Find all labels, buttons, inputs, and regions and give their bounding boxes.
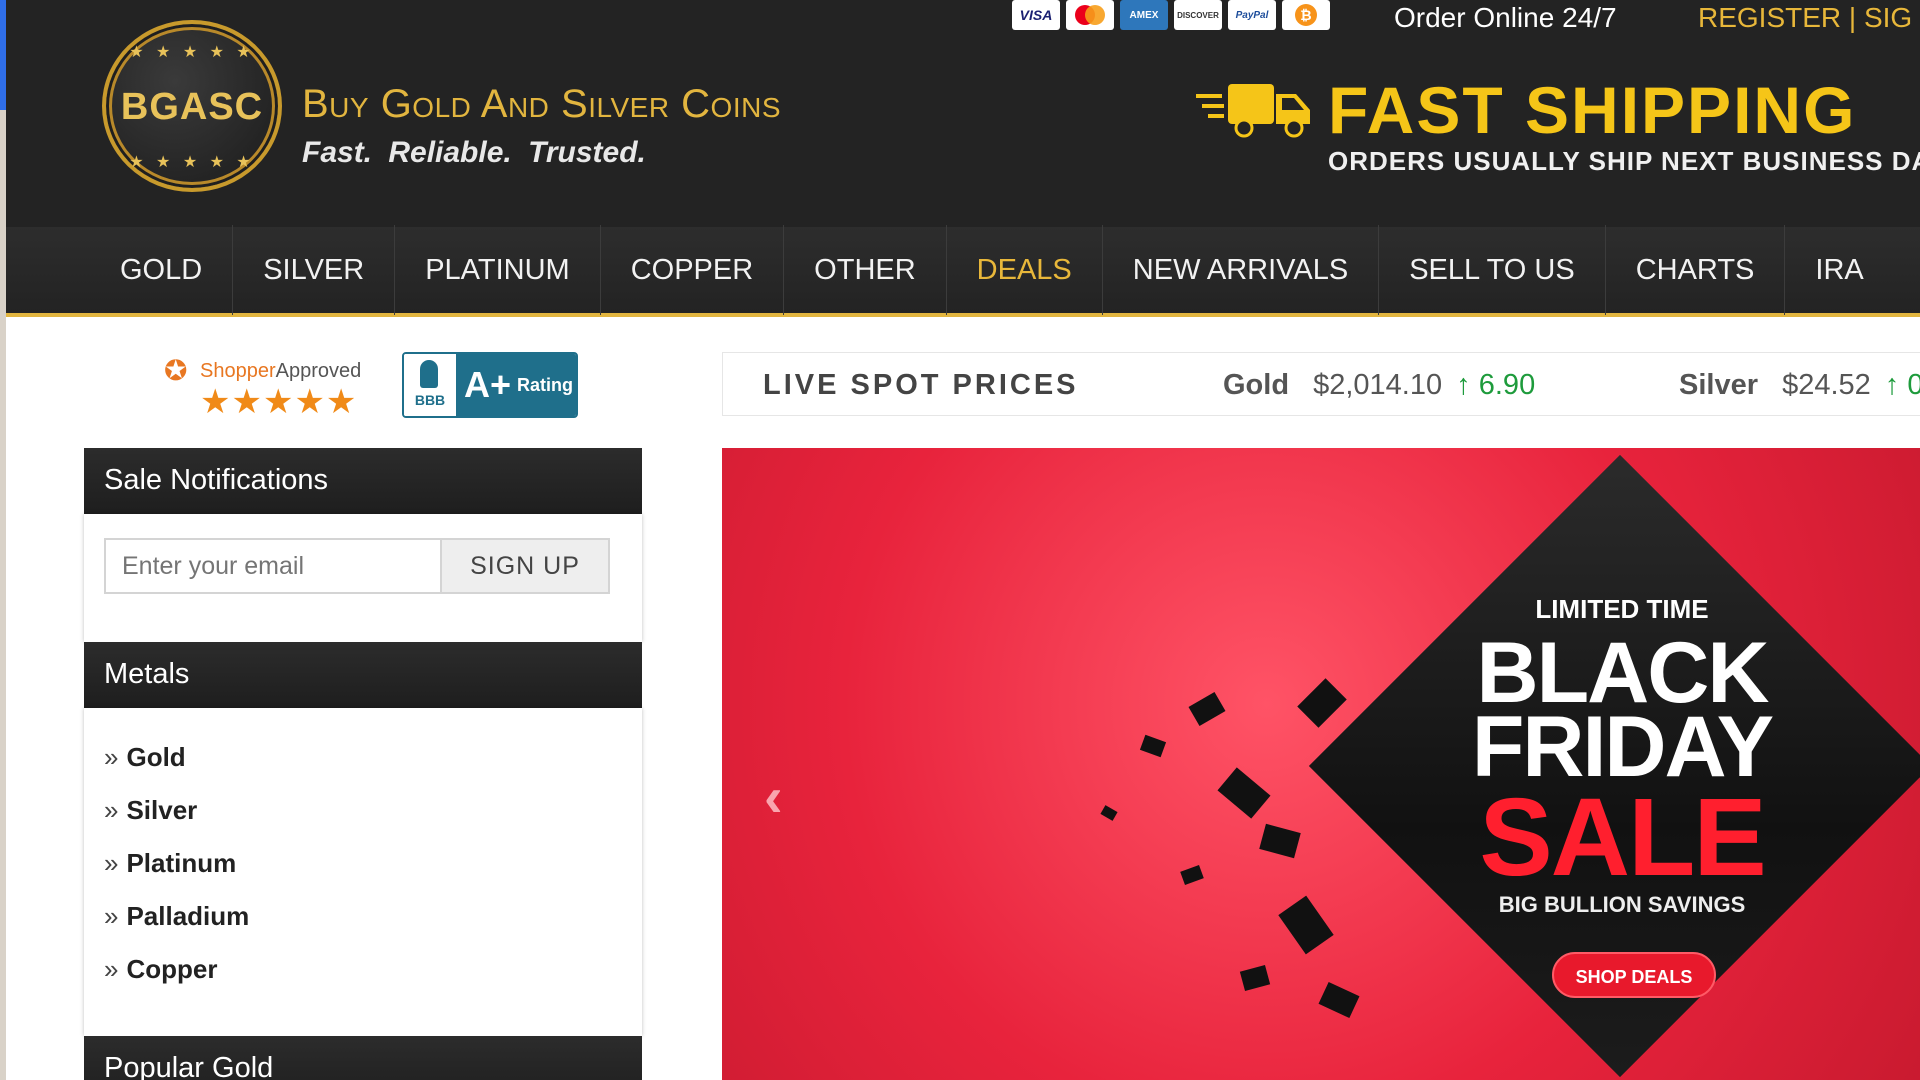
live-spot-prices-bar: LIVE SPOT PRICES Gold $2,014.10 ↑ 6.90 S… bbox=[722, 352, 1920, 416]
metals-header: Metals bbox=[84, 642, 642, 708]
hero-sale: SALE bbox=[1479, 776, 1766, 899]
hero-limited-time: LIMITED TIME bbox=[1535, 594, 1709, 624]
nav-new-arrivals[interactable]: NEW ARRIVALS bbox=[1103, 225, 1380, 315]
payment-methods: VISA AMEX DISCOVER PayPal ₿ bbox=[1012, 0, 1330, 32]
spot-metal-change: 0 bbox=[1907, 369, 1920, 401]
site-header: ★ ★ ★ ★ ★ BGASC ★ ★ ★ ★ ★ Buy Gold And S… bbox=[6, 0, 1920, 227]
nav-copper[interactable]: COPPER bbox=[601, 225, 785, 315]
bbb-rating: A+ Rating bbox=[456, 354, 576, 416]
metals-panel: » Gold » Silver » Platinum » Palladium » Copp… bbox=[84, 708, 642, 1036]
nav-sell-to-us[interactable]: SELL TO US bbox=[1379, 225, 1606, 315]
carousel-prev-icon[interactable]: ‹ bbox=[764, 764, 783, 829]
shopper-approved-stars: ★★★★★ bbox=[200, 383, 358, 421]
logo-abbr: BGASC bbox=[120, 86, 264, 128]
page: ★ ★ ★ ★ ★ BGASC ★ ★ ★ ★ ★ Buy Gold And S… bbox=[6, 0, 1920, 1080]
truck-icon bbox=[1196, 84, 1310, 138]
spot-metal-price: $24.52 bbox=[1782, 369, 1871, 401]
spot-metal-change: 6.90 bbox=[1478, 369, 1536, 401]
metals-link-platinum[interactable]: » Platinum bbox=[104, 848, 236, 879]
spot-metal-price: $2,014.10 bbox=[1313, 369, 1443, 401]
metals-link-copper[interactable]: » Copper bbox=[104, 954, 217, 985]
shard-decoration bbox=[1139, 734, 1167, 758]
up-arrow-icon: ↑ bbox=[1884, 369, 1900, 401]
fast-shipping-title: FAST SHIPPING bbox=[1328, 73, 1857, 147]
bbb-grade: A+ bbox=[464, 364, 512, 405]
order-online-text: Order Online 24/7 bbox=[1394, 2, 1617, 33]
shard-decoration bbox=[1188, 691, 1226, 727]
logo-stars-top: ★ ★ ★ ★ ★ bbox=[129, 44, 255, 61]
main-nav: GOLD SILVER PLATINUM COPPER OTHER DEALS … bbox=[6, 225, 1920, 317]
nav-deals[interactable]: DEALS bbox=[947, 225, 1103, 315]
bbb-rating-word: Rating bbox=[517, 374, 574, 395]
sale-notifications-header: Sale Notifications bbox=[84, 448, 642, 514]
amex-icon: AMEX bbox=[1120, 0, 1168, 30]
metals-link-gold[interactable]: » Gold bbox=[104, 742, 186, 773]
visa-icon: VISA bbox=[1012, 0, 1060, 30]
shard-decoration bbox=[1217, 767, 1271, 819]
nav-silver[interactable]: SILVER bbox=[233, 225, 396, 315]
metals-link-palladium[interactable]: » Palladium bbox=[104, 901, 249, 932]
shopper-approved-icon: ✪ bbox=[164, 355, 188, 386]
spot-metal-name: Silver bbox=[1679, 369, 1758, 401]
sale-diamond[interactable]: LIMITED TIME BLACK FRIDAY SALE BIG BULLI… bbox=[1308, 454, 1920, 1080]
shopper-approved-badge[interactable]: ✪ ShopperApproved ★★★★★ bbox=[160, 354, 374, 421]
paypal-icon: PayPal bbox=[1228, 0, 1276, 30]
shopper-approved-text: ShopperApproved bbox=[200, 360, 362, 382]
shard-decoration bbox=[1180, 865, 1204, 885]
hero-banner[interactable]: ‹ LIMITED TIME BLACK FRIDAY SALE BIG BUL… bbox=[722, 448, 1920, 1080]
sign-up-button[interactable]: SIGN UP bbox=[440, 538, 610, 594]
logo-stars-bottom: ★ ★ ★ ★ ★ bbox=[129, 154, 255, 171]
mastercard-icon bbox=[1066, 0, 1114, 30]
spot-price-gold[interactable]: Gold $2,014.10 ↑ 6.90 bbox=[1223, 369, 1535, 402]
bgasc-logo[interactable]: ★ ★ ★ ★ ★ BGASC ★ ★ ★ ★ ★ bbox=[102, 20, 282, 192]
nav-other[interactable]: OTHER bbox=[784, 225, 947, 315]
shard-decoration bbox=[1239, 964, 1271, 992]
spot-price-silver[interactable]: Silver $24.52 ↑ 0 bbox=[1679, 369, 1920, 402]
nav-ira[interactable]: IRA bbox=[1785, 225, 1893, 315]
bbb-seal-icon: BBB bbox=[404, 354, 456, 416]
bbb-rating-badge[interactable]: BBB A+ Rating bbox=[402, 352, 578, 418]
shard-decoration bbox=[1259, 823, 1301, 859]
spot-prices-title: LIVE SPOT PRICES bbox=[763, 369, 1079, 401]
email-input[interactable] bbox=[104, 538, 442, 594]
spot-metal-name: Gold bbox=[1223, 369, 1290, 401]
nav-platinum[interactable]: PLATINUM bbox=[395, 225, 601, 315]
popular-gold-header: Popular Gold bbox=[84, 1036, 642, 1080]
hero-big-bullion-savings: BIG BULLION SAVINGS bbox=[1498, 892, 1746, 917]
shard-decoration bbox=[1100, 805, 1118, 821]
register-signin-link[interactable]: REGISTER | SIG bbox=[1698, 2, 1912, 34]
discover-icon: DISCOVER bbox=[1174, 0, 1222, 30]
bitcoin-icon: ₿ bbox=[1282, 0, 1330, 30]
nav-charts[interactable]: CHARTS bbox=[1606, 225, 1786, 315]
sale-notifications-panel: SIGN UP bbox=[84, 514, 642, 642]
up-arrow-icon: ↑ bbox=[1456, 369, 1471, 401]
shop-deals-button[interactable]: SHOP DEALS bbox=[1552, 952, 1716, 998]
brand-tagline: Fast. Reliable. Trusted. bbox=[302, 136, 646, 169]
metals-link-silver[interactable]: » Silver bbox=[104, 795, 197, 826]
nav-gold[interactable]: GOLD bbox=[90, 225, 234, 315]
fast-shipping-subtitle: ORDERS USUALLY SHIP NEXT BUSINESS DAY bbox=[1328, 146, 1920, 176]
brand-name[interactable]: Buy Gold And Silver Coins bbox=[302, 82, 781, 127]
